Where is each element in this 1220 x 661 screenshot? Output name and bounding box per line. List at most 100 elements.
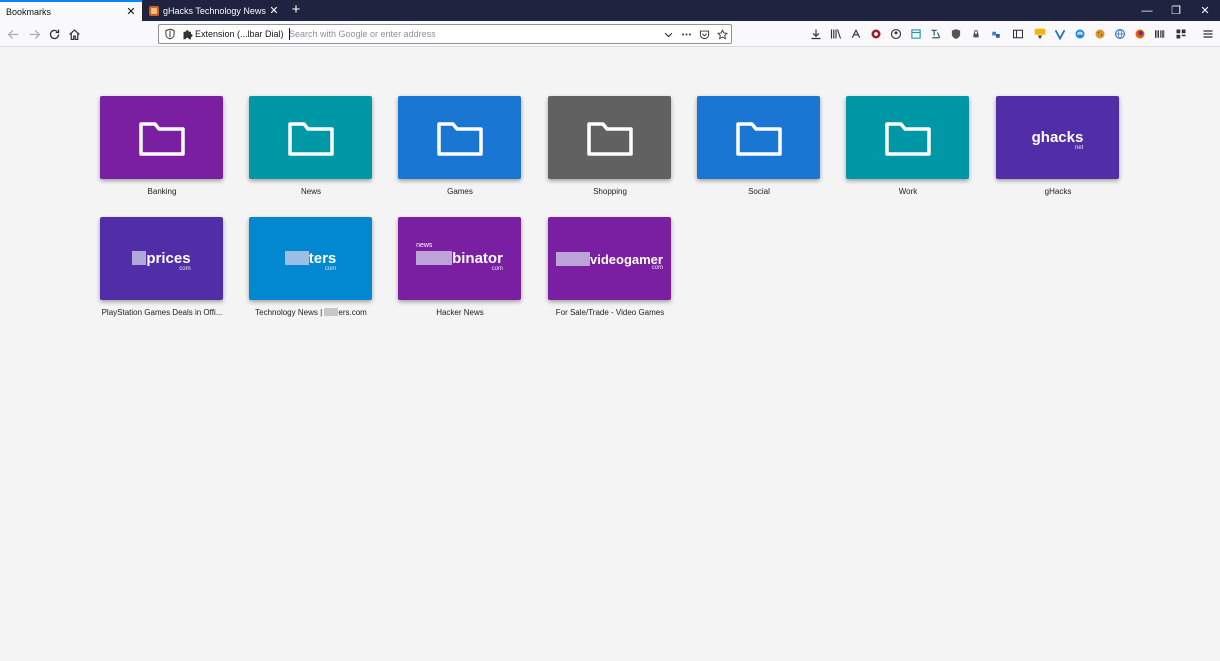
identity-label[interactable]: Extension (...lbar Dial) (195, 29, 284, 39)
lock-icon (973, 30, 979, 38)
redacted-block (284, 251, 309, 265)
page-actions-button[interactable] (679, 27, 693, 41)
restore-button[interactable]: ❐ (1161, 0, 1191, 21)
dial-tile-news[interactable] (249, 96, 372, 179)
tab-title: Bookmarks (6, 6, 52, 17)
site-logo: videogamer com (556, 251, 663, 271)
tab-strip: Bookmarks ✕ gHacks Technology News ✕ + —… (0, 0, 1220, 21)
folder-icon (138, 121, 185, 156)
sync-button[interactable] (848, 26, 864, 42)
blocks-icon (992, 31, 1000, 38)
redacted-block (556, 251, 590, 266)
reload-button[interactable] (45, 25, 63, 43)
account-button[interactable] (888, 26, 904, 42)
more-icon (681, 33, 691, 35)
sync-icon (851, 28, 861, 39)
extension-v-button[interactable] (1052, 26, 1068, 42)
swirl-icon (1075, 29, 1085, 39)
library-icon (830, 29, 842, 39)
back-button[interactable] (4, 25, 22, 43)
url-bar[interactable]: Extension (...lbar Dial) (158, 24, 732, 44)
account-icon (890, 28, 902, 40)
dial-label: Shopping (593, 187, 627, 196)
tab-bookmarks[interactable]: Bookmarks ✕ (0, 0, 142, 21)
dial-label: News (300, 187, 321, 196)
redacted-block (416, 251, 453, 265)
new-tab-button[interactable]: + (288, 2, 304, 18)
library-button[interactable] (828, 26, 844, 42)
dial-tile-banking[interactable] (100, 96, 223, 179)
dial-tile-work[interactable] (846, 96, 969, 179)
dial-tile-shopping[interactable] (548, 96, 671, 179)
extension-translate-button[interactable] (928, 26, 944, 42)
site-logo: news binator com (416, 242, 503, 272)
dropmarker-button[interactable] (661, 27, 675, 41)
folder-icon (287, 121, 334, 156)
extension-shield-button[interactable] (948, 26, 964, 42)
sidebar-button[interactable] (1010, 26, 1026, 42)
download-icon (811, 29, 821, 40)
grid-icon (1176, 29, 1186, 39)
dial-label: For Sale/Trade - Video Games (555, 308, 665, 317)
dial-tile-technology-news[interactable]: ters com (249, 217, 372, 300)
text-cursor (289, 28, 290, 40)
chevron-down-icon (664, 32, 672, 37)
folder-icon (884, 121, 931, 156)
menu-icon (1203, 30, 1213, 38)
extension-firefox-button[interactable] (1132, 26, 1148, 42)
close-tab-icon[interactable]: ✕ (123, 4, 139, 20)
dial-tile-hacker-news[interactable]: news binator com (398, 217, 521, 300)
site-logo: ghacks net (1031, 129, 1084, 151)
puzzle-icon (183, 30, 193, 40)
shield-icon[interactable] (164, 28, 176, 40)
extension-grid-button[interactable] (1173, 26, 1189, 42)
home-icon (68, 28, 80, 40)
reload-icon (49, 29, 59, 39)
dial-tile-social[interactable] (697, 96, 820, 179)
extension-barcode-button[interactable] (1152, 26, 1168, 42)
folder-icon (586, 121, 633, 156)
back-arrow-icon (7, 29, 18, 39)
dial-label: Social (748, 187, 770, 196)
dial-label: Hacker News (436, 308, 484, 317)
close-window-button[interactable]: ✕ (1190, 0, 1220, 21)
redacted-block (132, 251, 147, 265)
extension-lock-button[interactable] (968, 26, 984, 42)
dial-label: Banking (147, 187, 177, 196)
extension-off-button[interactable] (1032, 26, 1048, 42)
extension-globe-button[interactable] (1112, 26, 1128, 42)
dial-tile-ghacks[interactable]: ghacks net (996, 96, 1119, 179)
dial-label: Games (447, 187, 473, 196)
close-tab-icon[interactable]: ✕ (266, 3, 282, 19)
pocket-button[interactable] (697, 27, 711, 41)
off-badge-icon (1034, 28, 1046, 40)
dial-label: PlayStation Games Deals in Offi... (101, 308, 223, 317)
extension-blue-button[interactable] (988, 26, 1004, 42)
ghacks-favicon-icon (149, 5, 159, 16)
extension-edge-button[interactable] (1072, 26, 1088, 42)
extension-cookie-button[interactable] (1092, 26, 1108, 42)
dial-tile-prices[interactable]: prices com (100, 217, 223, 300)
site-logo: prices com (132, 251, 191, 272)
extension-red-button[interactable] (868, 26, 884, 42)
translate-icon (931, 29, 941, 39)
minimize-button[interactable]: — (1132, 0, 1162, 21)
forward-button[interactable] (25, 25, 43, 43)
tab-ghacks[interactable]: gHacks Technology News ✕ (143, 0, 285, 21)
dial-tile-games[interactable] (398, 96, 521, 179)
bookmark-panel-icon (911, 29, 921, 39)
dial-tile-videogamer[interactable]: videogamer com (548, 217, 671, 300)
redacted-block (324, 308, 339, 316)
dial-label: gHacks (1044, 187, 1072, 196)
fox-icon (1135, 29, 1145, 39)
app-menu-button[interactable] (1200, 26, 1216, 42)
navigation-toolbar: Extension (...lbar Dial) (0, 21, 1220, 47)
home-button[interactable] (65, 25, 83, 43)
bookmark-star-button[interactable] (715, 27, 729, 41)
extension-teal-button[interactable] (908, 26, 924, 42)
ublock-shield-icon (951, 29, 961, 39)
folder-icon (735, 121, 782, 156)
downloads-button[interactable] (808, 26, 824, 42)
address-input[interactable] (289, 27, 649, 41)
sidebar-icon (1012, 29, 1024, 39)
